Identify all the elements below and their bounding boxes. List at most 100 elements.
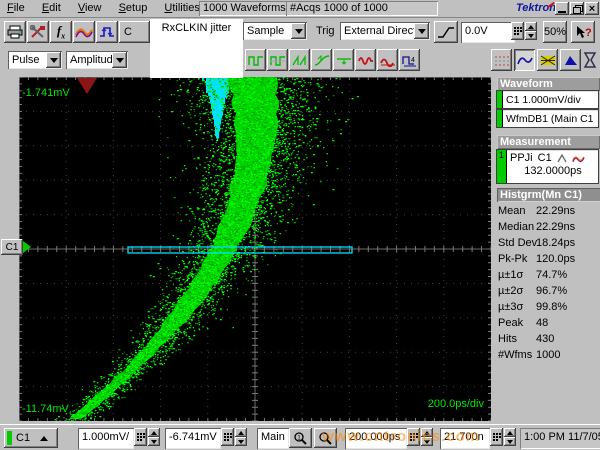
waveform-db1-button[interactable]: WfmDB1 (Main C1 (497, 110, 598, 127)
measurement-name: PPJi (510, 152, 533, 164)
menu-edit[interactable]: Edit (35, 0, 68, 17)
spin-down-icon[interactable] (525, 31, 537, 40)
measure-amplitude-button[interactable] (267, 49, 288, 71)
cursor-style-button[interactable] (491, 49, 512, 71)
waveform-c1-button[interactable]: C1 1.000mV/div (497, 91, 598, 108)
stat-row: Hits430 (498, 333, 598, 349)
blue-pulse-icon (99, 25, 115, 39)
waveform-count-readout: 1000 Waveforms (199, 1, 287, 16)
stat-row: µ±2σ96.7% (498, 285, 598, 301)
rising-edge-icon (437, 25, 455, 39)
spin-down-icon[interactable] (235, 437, 247, 446)
bottom-voltage-label: -11.74mV (22, 403, 69, 415)
channel-select-button[interactable]: C1 (4, 428, 58, 448)
menu-view[interactable]: View (71, 0, 109, 17)
waveform-db1-label: WfmDB1 (Main C1 (503, 113, 594, 125)
measurement-category-select[interactable]: Pulse (8, 51, 62, 69)
channel-1-reference-arrow-icon (23, 241, 31, 253)
menu-setup[interactable]: Setup (112, 0, 155, 17)
printer-icon (7, 25, 23, 39)
close-button[interactable]: × (585, 2, 599, 15)
dropdown-arrow-icon[interactable] (291, 23, 306, 39)
svg-text:4: 4 (411, 57, 415, 64)
watermark: www.cntronics.com (322, 428, 600, 445)
top-voltage-label: -1.741mV (22, 87, 70, 99)
dropdown-arrow-icon[interactable] (414, 23, 429, 39)
fx-icon: fx (57, 23, 65, 41)
measure-burst2-button[interactable] (377, 49, 398, 71)
spin-up-icon[interactable] (525, 22, 537, 31)
zoom-in-button[interactable]: 1 (289, 428, 312, 448)
readout-panel: Waveform C1 1.000mV/div WfmDB1 (Main C1 … (494, 75, 600, 424)
menu-file[interactable]: File (0, 0, 32, 17)
red-wave-icon (358, 54, 374, 67)
oscilloscope-app: File Edit View Setup Utilities Help 1000… (0, 0, 600, 450)
measurement-type-select[interactable]: Amplitude (66, 51, 128, 69)
measurement-1-button[interactable]: 1 PPJi C1 132.0000ps (497, 150, 598, 183)
timebase-mode-readout: Main (257, 428, 289, 449)
waveform-display-button[interactable] (73, 21, 95, 43)
waveform-section-header: Waveform (497, 77, 600, 91)
keypad-icon[interactable] (134, 428, 147, 446)
dropdown-arrow-icon[interactable] (112, 52, 127, 68)
measure-crossing-button[interactable] (333, 49, 354, 71)
stat-row: #Wfms1000 (498, 349, 598, 365)
channel-select-label: C1 (16, 432, 30, 444)
vertical-offset-input[interactable]: -6.741mV (165, 428, 221, 449)
histogram-icon (563, 54, 579, 67)
measure-jitter-button[interactable]: 4 (399, 49, 420, 71)
histogram-view-button[interactable] (560, 49, 581, 71)
measurement-source: C1 (538, 152, 552, 164)
stat-row: µ±3σ99.8% (498, 301, 598, 317)
histogram-section-header[interactable]: Histgrm(Mn C1) (497, 188, 600, 202)
channel-color-bar (7, 431, 12, 445)
pulse-edit-button[interactable] (96, 21, 118, 43)
measure-burst-button[interactable] (355, 49, 376, 71)
print-button[interactable] (4, 21, 26, 43)
channel-1-marker[interactable]: C1 (1, 239, 23, 255)
vertical-scale-input[interactable]: 1.000mV/ (78, 428, 134, 449)
svg-text:?: ? (585, 27, 591, 39)
trigger-source-value: External Direct (344, 25, 416, 37)
waveform-c1-label: C1 1.000mV/div (503, 94, 581, 106)
double-ramp-icon (292, 54, 308, 67)
spin-down-icon[interactable] (148, 437, 160, 446)
vertical-scale-spinner[interactable] (148, 428, 160, 446)
spin-up-icon[interactable] (148, 428, 160, 437)
vertical-offset-spinner[interactable] (235, 428, 247, 446)
spin-up-icon[interactable] (235, 428, 247, 437)
trigger-slope-button[interactable] (434, 21, 458, 43)
measure-risetime-button[interactable] (311, 49, 332, 71)
restore-icon (573, 5, 582, 13)
eye-diagram-button[interactable] (537, 49, 558, 71)
stat-row: Pk-Pk120.0ps (498, 253, 598, 269)
jitter-icon: 4 (402, 54, 418, 67)
clear-button[interactable]: C (119, 21, 150, 43)
menu-bar: File Edit View Setup Utilities Help 1000… (0, 0, 600, 18)
keypad-icon[interactable] (511, 22, 524, 40)
dropdown-arrow-icon[interactable] (46, 52, 61, 68)
trigger-source-select[interactable]: External Direct (340, 22, 430, 40)
set-to-50-button[interactable]: 50% (543, 21, 567, 43)
utilities-tools-button[interactable] (27, 21, 49, 43)
channel-up-arrow-icon (40, 436, 48, 441)
restore-button[interactable] (570, 2, 584, 15)
help-pointer-icon: ? (575, 25, 591, 40)
measurement-section-header: Measurement (497, 135, 600, 149)
trigger-level-spinner[interactable] (525, 22, 537, 40)
waveform-view-button[interactable] (514, 49, 535, 71)
square-wave-icon (248, 54, 264, 67)
minimize-button[interactable] (555, 2, 569, 15)
keypad-icon[interactable] (221, 428, 234, 446)
acquisition-mode-select[interactable]: Sample (243, 22, 307, 40)
display-area: -1.741mV -11.74mV 200.0ps/div C1 Wavefor… (0, 75, 600, 424)
stat-row: Mean22.29ns (498, 205, 598, 221)
busy-indicator (583, 52, 597, 68)
context-help-button[interactable]: ? (571, 21, 595, 43)
measure-high-low-button[interactable] (245, 49, 266, 71)
math-button[interactable]: fx (50, 21, 72, 43)
eye-diagram-icon (540, 54, 556, 67)
waveform-graticule[interactable]: -1.741mV -11.74mV 200.0ps/div (19, 77, 491, 421)
trigger-level-input[interactable]: 0.0V (461, 22, 515, 43)
measure-ramp-button[interactable] (289, 49, 310, 71)
